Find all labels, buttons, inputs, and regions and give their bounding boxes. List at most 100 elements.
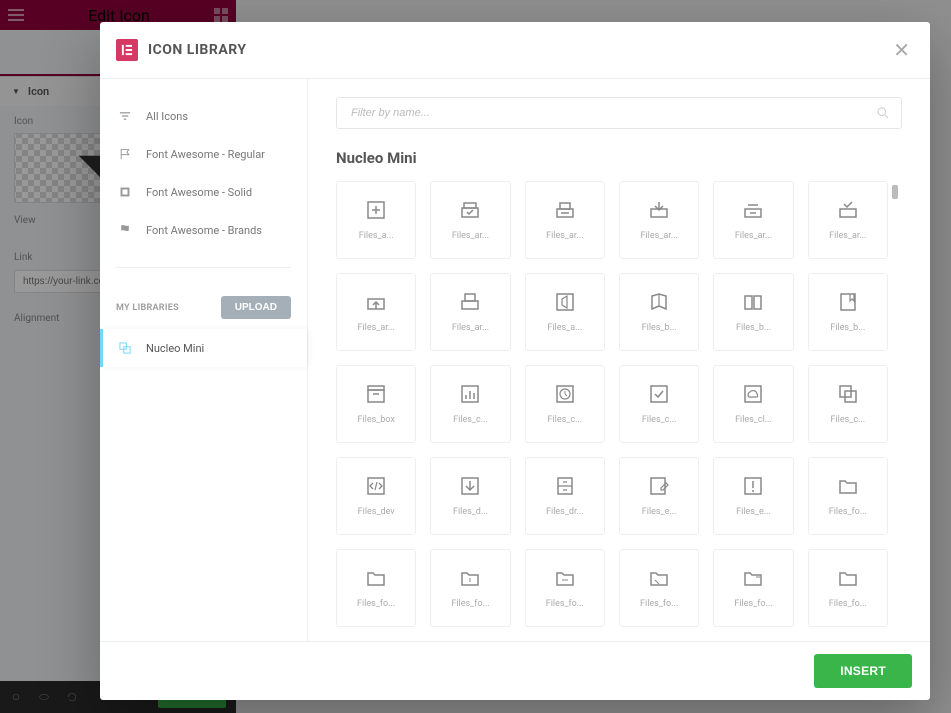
icon-card-label: Files_ar... bbox=[357, 323, 394, 333]
icon-card-label: Files_ar... bbox=[829, 231, 866, 241]
modal-header: ICON LIBRARY ✕ bbox=[100, 22, 930, 79]
icon-card[interactable]: Files_ar... bbox=[808, 181, 888, 259]
nav-fa-brands[interactable]: Font Awesome - Brands bbox=[100, 211, 307, 249]
icon-card-label: Files_fo... bbox=[829, 507, 867, 517]
icon-card[interactable]: Files_fo... bbox=[713, 549, 793, 627]
icon-card[interactable]: Files_fo... bbox=[525, 549, 605, 627]
archive-full-icon bbox=[554, 199, 576, 221]
icon-card-label: Files_ar... bbox=[640, 231, 677, 241]
icon-card-label: Files_fo... bbox=[640, 599, 678, 609]
clock-icon bbox=[554, 383, 576, 405]
icon-card[interactable]: Files_c... bbox=[430, 365, 510, 443]
icon-nav: All Icons Font Awesome - Regular Font Aw… bbox=[100, 79, 308, 641]
icon-card-label: Files_c... bbox=[547, 415, 582, 425]
icon-card[interactable]: Files_ar... bbox=[525, 181, 605, 259]
icon-card[interactable]: Files_e... bbox=[619, 457, 699, 535]
search-wrap bbox=[336, 97, 902, 129]
folder3-icon bbox=[459, 567, 481, 589]
icon-card-label: Files_c... bbox=[830, 415, 865, 425]
icon-card[interactable]: Files_fo... bbox=[808, 457, 888, 535]
archive-out-icon bbox=[742, 199, 764, 221]
icon-card[interactable]: Files_fo... bbox=[619, 549, 699, 627]
icon-card-label: Files_b... bbox=[736, 323, 771, 333]
download-icon bbox=[459, 475, 481, 497]
icon-card[interactable]: Files_dr... bbox=[525, 457, 605, 535]
book-icon bbox=[648, 291, 670, 313]
folder2-icon bbox=[365, 567, 387, 589]
icon-card[interactable]: Files_ar... bbox=[713, 181, 793, 259]
library-icon bbox=[118, 341, 132, 355]
elementor-logo-icon bbox=[116, 39, 138, 61]
icon-card[interactable]: Files_a... bbox=[525, 273, 605, 351]
icon-card[interactable]: Files_b... bbox=[713, 273, 793, 351]
icon-grid-wrap[interactable]: Files_a... Files_ar... Files_ar... Files_ar… bbox=[336, 181, 902, 641]
icon-card-label: Files_ar... bbox=[452, 323, 489, 333]
icon-card-label: Files_c... bbox=[642, 415, 677, 425]
icon-card[interactable]: Files_fo... bbox=[430, 549, 510, 627]
drawer-icon bbox=[554, 475, 576, 497]
close-button[interactable]: ✕ bbox=[889, 34, 914, 66]
icon-card-label: Files_e... bbox=[736, 507, 771, 517]
folder6-icon bbox=[742, 567, 764, 589]
dev-icon bbox=[365, 475, 387, 497]
icon-card[interactable]: Files_cl... bbox=[713, 365, 793, 443]
nav-fa-solid[interactable]: Font Awesome - Solid bbox=[100, 173, 307, 211]
icon-card-label: Files_a... bbox=[547, 323, 582, 333]
icon-card-label: Files_ar... bbox=[735, 231, 772, 241]
icon-card[interactable]: Files_dev bbox=[336, 457, 416, 535]
check-icon bbox=[648, 383, 670, 405]
nav-nucleo-mini[interactable]: Nucleo Mini bbox=[100, 329, 307, 367]
upload-button[interactable]: UPLOAD bbox=[221, 296, 291, 319]
icon-card[interactable]: Files_c... bbox=[525, 365, 605, 443]
nav-fa-regular[interactable]: Font Awesome - Regular bbox=[100, 135, 307, 173]
nav-divider bbox=[116, 267, 291, 268]
book-open-icon bbox=[742, 291, 764, 313]
icon-card[interactable]: Files_d... bbox=[430, 457, 510, 535]
icon-card[interactable]: Files_ar... bbox=[336, 273, 416, 351]
modal-body: All Icons Font Awesome - Regular Font Aw… bbox=[100, 79, 930, 641]
chart-icon bbox=[459, 383, 481, 405]
audio-icon bbox=[554, 291, 576, 313]
icon-card[interactable]: Files_b... bbox=[619, 273, 699, 351]
icon-card[interactable]: Files_a... bbox=[336, 181, 416, 259]
search-icon bbox=[876, 106, 890, 120]
icon-card[interactable]: Files_b... bbox=[808, 273, 888, 351]
icon-card-label: Files_ar... bbox=[546, 231, 583, 241]
icon-card-label: Files_fo... bbox=[829, 599, 867, 609]
icon-card-label: Files_fo... bbox=[734, 599, 772, 609]
icon-card-label: Files_fo... bbox=[451, 599, 489, 609]
icon-card[interactable]: Files_ar... bbox=[619, 181, 699, 259]
flag-solid-icon bbox=[118, 223, 132, 237]
icon-card[interactable]: Files_ar... bbox=[430, 181, 510, 259]
insert-button[interactable]: INSERT bbox=[814, 654, 912, 688]
icon-card-label: Files_e... bbox=[642, 507, 677, 517]
icon-card[interactable]: Files_c... bbox=[619, 365, 699, 443]
error-icon bbox=[742, 475, 764, 497]
icon-card-label: Files_b... bbox=[642, 323, 677, 333]
scrollbar-thumb[interactable] bbox=[892, 185, 898, 199]
folder7-icon bbox=[837, 567, 859, 589]
search-input[interactable] bbox=[336, 97, 902, 129]
icon-grid: Files_a... Files_ar... Files_ar... Files_ar… bbox=[336, 181, 888, 641]
copy-icon bbox=[837, 383, 859, 405]
icon-card[interactable]: Files_fo... bbox=[808, 549, 888, 627]
flag-icon bbox=[118, 147, 132, 161]
bookmark-icon bbox=[837, 291, 859, 313]
icon-card-label: Files_dev bbox=[358, 507, 395, 517]
icon-card[interactable]: Files_ar... bbox=[430, 273, 510, 351]
icon-card-label: Files_ar... bbox=[452, 231, 489, 241]
box-icon bbox=[365, 383, 387, 405]
icon-card[interactable]: Files_fo... bbox=[336, 549, 416, 627]
folder-icon bbox=[837, 475, 859, 497]
modal-footer: INSERT bbox=[100, 641, 930, 700]
archive-in-icon bbox=[648, 199, 670, 221]
nav-all-icons[interactable]: All Icons bbox=[100, 97, 307, 135]
icon-card-label: Files_box bbox=[357, 415, 394, 425]
icon-card[interactable]: Files_c... bbox=[808, 365, 888, 443]
cloud-icon bbox=[742, 383, 764, 405]
modal-title: ICON LIBRARY bbox=[148, 42, 247, 58]
square-icon bbox=[118, 185, 132, 199]
icon-card[interactable]: Files_e... bbox=[713, 457, 793, 535]
icon-card[interactable]: Files_box bbox=[336, 365, 416, 443]
filter-icon bbox=[118, 109, 132, 123]
